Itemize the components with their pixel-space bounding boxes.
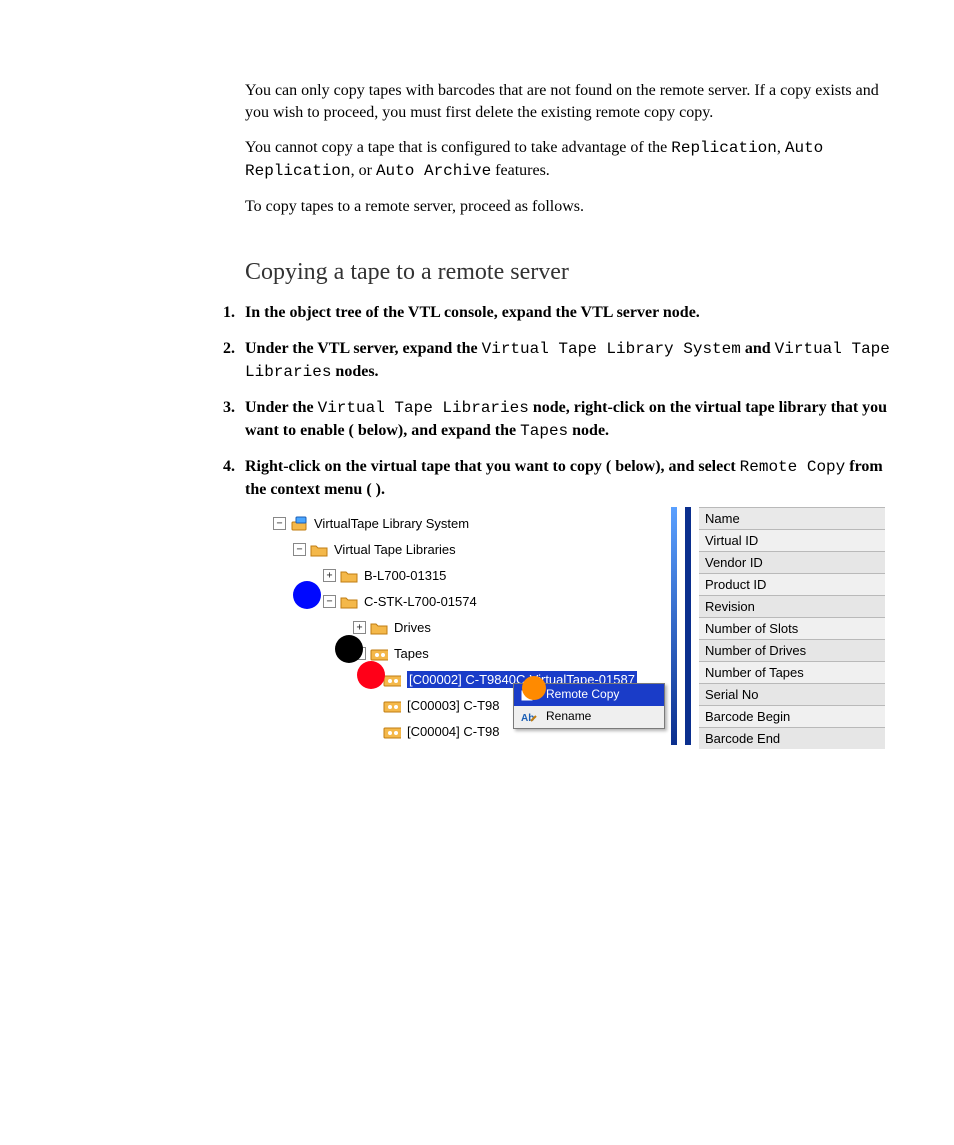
paragraph-intro-2: You cannot copy a tape that is configure… xyxy=(245,137,894,182)
mono-text: Auto Archive xyxy=(376,162,491,180)
folder-icon xyxy=(370,620,388,636)
prop-row-virtual-id: Virtual ID xyxy=(699,529,885,551)
tape-icon xyxy=(383,698,401,714)
tree-label: Tapes xyxy=(394,645,429,663)
marker-blue xyxy=(293,581,321,609)
step-1-text: In the object tree of the VTL console, e… xyxy=(245,304,700,321)
text: You cannot copy a tape that is configure… xyxy=(245,139,671,156)
screenshot-figure: − VirtualTape Library System − xyxy=(245,507,907,745)
prop-row-product-id: Product ID xyxy=(699,573,885,595)
step-3-text: node. xyxy=(568,422,609,439)
mono-text: Virtual Tape Library System xyxy=(482,340,741,358)
collapse-icon[interactable]: − xyxy=(293,543,306,556)
step-2-text: and xyxy=(741,340,775,357)
tape-icon xyxy=(383,724,401,740)
tree-node-vtl-libraries[interactable]: − Virtual Tape Libraries xyxy=(293,537,456,563)
prop-row-name: Name xyxy=(699,507,885,529)
library-icon xyxy=(340,568,358,584)
prop-row-barcode-end: Barcode End xyxy=(699,727,885,749)
step-2-text: Under the VTL server, expand the xyxy=(245,340,482,357)
prop-row-number-of-slots: Number of Slots xyxy=(699,617,885,639)
splitter-bar[interactable] xyxy=(685,507,691,745)
marker-red xyxy=(357,661,385,689)
menu-label: Remote Copy xyxy=(546,686,619,702)
step-4-text: Right-click on the virtual tape that you… xyxy=(245,458,740,475)
rename-icon: Ab xyxy=(520,709,538,725)
tree-node-drives[interactable]: + Drives xyxy=(353,615,431,641)
tree-label: Drives xyxy=(394,619,431,637)
system-icon xyxy=(290,516,308,532)
tree-label: C-STK-L700-01574 xyxy=(364,593,477,611)
paragraph-intro-3: To copy tapes to a remote server, procee… xyxy=(245,196,894,218)
prop-row-number-of-drives: Number of Drives xyxy=(699,639,885,661)
prop-row-revision: Revision xyxy=(699,595,885,617)
properties-panel: Name Virtual ID Vendor ID Product ID Rev… xyxy=(699,507,885,745)
tree-label: VirtualTape Library System xyxy=(314,515,469,533)
prop-row-serial-no: Serial No xyxy=(699,683,885,705)
text: features. xyxy=(491,162,550,179)
text: , or xyxy=(351,162,376,179)
splitter-bar[interactable] xyxy=(671,507,677,745)
tree-label: B-L700-01315 xyxy=(364,567,446,585)
mono-text: Replication xyxy=(671,139,777,157)
tape-folder-icon xyxy=(370,646,388,662)
tree-node-library-1[interactable]: + B-L700-01315 xyxy=(323,563,446,589)
library-icon xyxy=(340,594,358,610)
step-3-text: Under the xyxy=(245,399,318,416)
context-menu: Remote Copy Ab Rename xyxy=(513,683,665,729)
paragraph-intro-1: You can only copy tapes with barcodes th… xyxy=(245,80,894,123)
tree-node-vtl-system[interactable]: − VirtualTape Library System xyxy=(273,511,469,537)
marker-black xyxy=(335,635,363,663)
text: , xyxy=(777,139,785,156)
mono-text: Tapes xyxy=(520,422,568,440)
tree-node-tape-3[interactable]: [C00004] C-T98 xyxy=(383,719,500,745)
folder-icon xyxy=(310,542,328,558)
tree-label: [C00004] C-T98 xyxy=(407,723,500,741)
menu-label: Rename xyxy=(546,708,591,724)
section-heading: Copying a tape to a remote server xyxy=(245,256,894,288)
prop-row-number-of-tapes: Number of Tapes xyxy=(699,661,885,683)
prop-row-vendor-id: Vendor ID xyxy=(699,551,885,573)
tree-label: [C00003] C-T98 xyxy=(407,697,500,715)
expand-icon[interactable]: + xyxy=(323,569,336,582)
tree-label: Virtual Tape Libraries xyxy=(334,541,456,559)
mono-text: Virtual Tape Libraries xyxy=(318,399,529,417)
collapse-icon[interactable]: − xyxy=(323,595,336,608)
collapse-icon[interactable]: − xyxy=(273,517,286,530)
tree-node-tape-2[interactable]: [C00003] C-T98 xyxy=(383,693,500,719)
step-2-text: nodes. xyxy=(331,363,378,380)
expand-icon[interactable]: + xyxy=(353,621,366,634)
menu-item-rename[interactable]: Ab Rename xyxy=(514,706,664,728)
tree-node-library-2[interactable]: − C-STK-L700-01574 xyxy=(323,589,477,615)
marker-orange xyxy=(522,676,546,700)
prop-row-barcode-begin: Barcode Begin xyxy=(699,705,885,727)
mono-text: Remote Copy xyxy=(740,458,846,476)
tape-icon xyxy=(383,672,401,688)
